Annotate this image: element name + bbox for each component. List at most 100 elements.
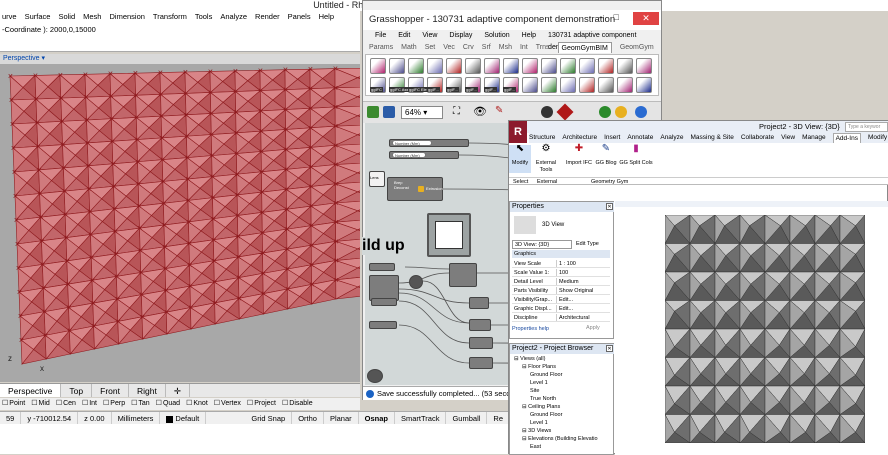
- hexagon-node[interactable]: [367, 369, 383, 383]
- viewport-tab-front[interactable]: Front: [92, 384, 129, 397]
- gh-tab[interactable]: Set: [425, 42, 436, 53]
- pyramid-panel-facade[interactable]: [665, 215, 865, 443]
- component-icon[interactable]: [465, 58, 481, 74]
- browser-item[interactable]: Level 1: [530, 380, 548, 387]
- browser-item[interactable]: Ground Floor: [530, 412, 562, 419]
- revit-logo[interactable]: R: [509, 121, 527, 143]
- menu-item[interactable]: Render: [255, 11, 280, 22]
- browser-item[interactable]: True North: [530, 396, 556, 403]
- type-name[interactable]: 3D View: [542, 222, 564, 228]
- browser-item[interactable]: Ground Floor: [530, 372, 562, 379]
- shade-icon[interactable]: [599, 106, 611, 118]
- toggle-grid-snap[interactable]: Grid Snap: [245, 412, 293, 424]
- gh-menu-item[interactable]: Solution: [484, 30, 509, 42]
- property-value[interactable]: Edit...: [556, 305, 610, 312]
- osnap-quad[interactable]: Quad: [156, 398, 180, 410]
- osnap-knot[interactable]: Knot: [186, 398, 207, 410]
- revit-tab[interactable]: Structure: [529, 133, 555, 143]
- toggle-planar[interactable]: Planar: [324, 412, 359, 424]
- revit-tab[interactable]: Analyze: [660, 133, 683, 143]
- gh-tab[interactable]: Math: [401, 42, 417, 53]
- property-value[interactable]: 100: [556, 269, 610, 276]
- gh-menu-item[interactable]: File: [375, 30, 386, 42]
- osnap-point[interactable]: Point: [2, 398, 25, 410]
- toggle-re[interactable]: Re: [487, 412, 510, 424]
- toggle-smarttrack[interactable]: SmartTrack: [395, 412, 447, 424]
- output-node[interactable]: [469, 319, 491, 331]
- property-row[interactable]: Parts Visibility Show Original: [512, 287, 610, 295]
- revit-tab[interactable]: Architecture: [562, 133, 597, 143]
- external-tools-button[interactable]: ⚙ External Tools: [535, 144, 557, 174]
- toggle-ortho[interactable]: Ortho: [292, 412, 324, 424]
- revit-tab[interactable]: Manage: [802, 133, 826, 143]
- toggle-osnap[interactable]: Osnap: [359, 412, 395, 424]
- component-icon[interactable]: [389, 58, 405, 74]
- number-slider-node[interactable]: Number (Mm): [389, 139, 469, 147]
- slider-node[interactable]: [369, 321, 397, 329]
- osnap-cen[interactable]: Cen: [56, 398, 76, 410]
- revit-tab[interactable]: Annotate: [627, 133, 653, 143]
- panel-node[interactable]: Lens: [369, 171, 385, 187]
- component-icon[interactable]: [560, 58, 576, 74]
- brep-deconstruct-node[interactable]: Brep Deconst Extrusion: [387, 177, 443, 201]
- gh-tab[interactable]: Int: [520, 42, 528, 53]
- menu-item[interactable]: Help: [319, 11, 334, 22]
- component-icon[interactable]: [617, 77, 633, 93]
- component-icon[interactable]: [579, 77, 595, 93]
- viewport-tab-top[interactable]: Top: [61, 384, 93, 397]
- property-row[interactable]: Detail Level Medium: [512, 278, 610, 286]
- current-layer[interactable]: Default: [160, 412, 207, 424]
- component-icon[interactable]: [560, 77, 576, 93]
- component-icon[interactable]: [446, 58, 462, 74]
- toggle-gumball[interactable]: Gumball: [446, 412, 488, 424]
- edit-type-button[interactable]: Edit Type: [576, 240, 599, 249]
- osnap-project[interactable]: Project: [247, 398, 276, 410]
- browser-item[interactable]: ⊟ Ceiling Plans: [522, 404, 560, 411]
- apply-button[interactable]: Apply: [586, 325, 600, 331]
- property-value[interactable]: Show Original: [556, 287, 610, 294]
- menu-item[interactable]: Mesh: [83, 11, 101, 22]
- menu-item[interactable]: Solid: [58, 11, 75, 22]
- component-icon[interactable]: [636, 77, 652, 93]
- component-icon[interactable]: [484, 58, 500, 74]
- browser-item[interactable]: ⊟ Elevations (Building Elevatio: [522, 436, 598, 443]
- slider-node[interactable]: [369, 263, 395, 271]
- adaptive-mesh-surface[interactable]: ✕ ✕ ✕ ✕ ✕ ✕ ✕ ✕ ✕ ✕ ✕ ✕ ✕ ✕ ✕ ✕ ✕ ✕ ✕ ✕ ✕ ✕ ✕ ✕ ✕ ✕ ✕ ✕ ✕ ✕ ✕ ✕ ✕ ✕ ✕ ✕ ✕ ✕ ✕ ✕…: [0, 64, 360, 382]
- preview-mode-icon[interactable]: [541, 106, 553, 118]
- gg-split-cols-button[interactable]: ▮ GG Split Cols: [619, 144, 653, 167]
- osnap-mid[interactable]: Mid: [31, 398, 50, 410]
- component-icon[interactable]: [427, 58, 443, 74]
- gh-tab[interactable]: Srf: [482, 42, 491, 53]
- viewport-label[interactable]: Perspective: [3, 55, 40, 62]
- close-button[interactable]: ✕: [633, 12, 659, 25]
- modify-button[interactable]: ⬉ Modify: [509, 144, 531, 173]
- sketch-icon[interactable]: ⛶: [453, 106, 460, 117]
- viewport-tab-perspective[interactable]: Perspective: [0, 384, 62, 397]
- preview-group[interactable]: [427, 213, 471, 257]
- browser-item[interactable]: East: [530, 444, 541, 451]
- property-row[interactable]: Graphic Displ... Edit...: [512, 305, 610, 313]
- component-icon[interactable]: [408, 58, 424, 74]
- gh-tab[interactable]: GeomGymBIM: [557, 42, 612, 53]
- component-icon[interactable]: [541, 58, 557, 74]
- output-node[interactable]: [469, 357, 493, 369]
- bake-icon[interactable]: [556, 103, 574, 121]
- graphics-section[interactable]: Graphics: [512, 250, 610, 258]
- osnap-perp[interactable]: Perp: [103, 398, 125, 410]
- output-node[interactable]: [469, 297, 489, 309]
- revit-tab[interactable]: Massing & Site: [690, 133, 733, 143]
- view-selector[interactable]: 3D View: {3D}: [512, 240, 572, 249]
- property-value[interactable]: Architectural: [556, 314, 610, 321]
- preview-eye-icon[interactable]: 👁: [473, 105, 487, 118]
- gh-tab[interactable]: Crv: [463, 42, 474, 53]
- component-icon[interactable]: [636, 58, 652, 74]
- gh-menu-item[interactable]: Help: [522, 30, 536, 42]
- osnap-int[interactable]: Int: [82, 398, 97, 410]
- menu-item[interactable]: Panels: [288, 11, 311, 22]
- add-viewport-icon[interactable]: ✛: [166, 384, 190, 397]
- gh-tab[interactable]: GeomGym: [620, 42, 654, 53]
- output-node[interactable]: [469, 337, 493, 349]
- evaluate-node[interactable]: [409, 275, 423, 289]
- property-row[interactable]: Scale Value 1: 100: [512, 269, 610, 277]
- osnap-disable[interactable]: Disable: [282, 398, 312, 410]
